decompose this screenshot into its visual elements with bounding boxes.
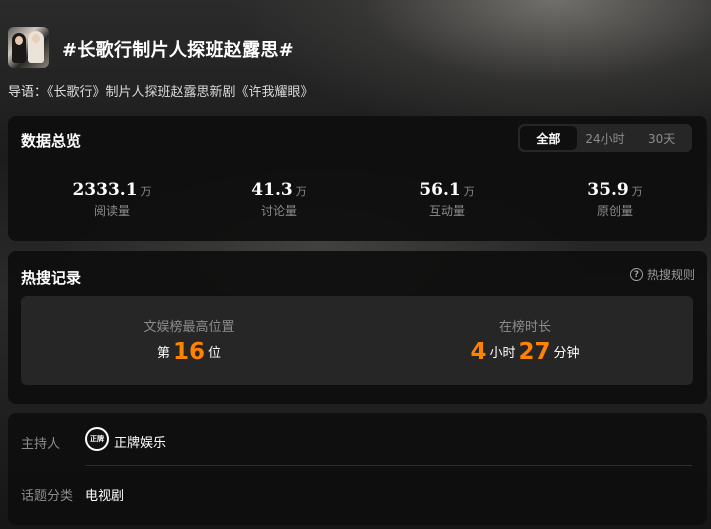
topic-header: #长歌行制片人探班赵露思#: [8, 27, 703, 71]
duration-hours: 4: [470, 339, 487, 365]
stat-originals-unit: 万: [631, 185, 643, 198]
best-rank-prefix: 第: [156, 346, 170, 361]
stat-originals-label: 原创量: [596, 204, 633, 218]
duration-minutes-unit: 分钟: [553, 346, 580, 361]
best-rank-number: 16: [172, 339, 205, 365]
stat-interactions-label: 互动量: [428, 204, 465, 218]
stat-reads-unit: 万: [140, 185, 152, 198]
host-logo-text: 正牌: [87, 429, 107, 449]
stat-discussions-value: 41.3: [251, 180, 293, 200]
stats-row: 2333.1 万 阅读量 41.3 万 讨论量 56.1 万 互动量 35.9 万 原创…: [8, 180, 707, 222]
stat-interactions-value: 56.1: [419, 180, 461, 200]
hot-search-title: 热搜记录: [21, 269, 82, 287]
best-rank-label: 文娱榜最高位置: [143, 320, 235, 335]
topic-title: #长歌行制片人探班赵露思#: [62, 40, 295, 61]
host-label: 主持人: [21, 437, 61, 452]
hot-search-rules-link[interactable]: ? 热搜规则: [629, 266, 695, 283]
best-rank: 文娱榜最高位置 第 16 位: [21, 296, 357, 385]
overview-title: 数据总览: [21, 132, 82, 150]
stat-discussions-unit: 万: [295, 185, 307, 198]
tab-24h[interactable]: 24小时: [577, 126, 634, 150]
host-name[interactable]: 正牌娱乐: [114, 432, 166, 451]
stat-discussions-label: 讨论量: [260, 204, 297, 218]
host-avatar[interactable]: 正牌: [85, 427, 109, 451]
category-label: 话题分类: [21, 489, 74, 504]
best-rank-suffix: 位: [208, 346, 222, 361]
stat-reads: 2333.1 万 阅读量: [27, 180, 197, 219]
stat-interactions: 56.1 万 互动量: [362, 180, 532, 219]
on-list-duration: 在榜时长 4 小时 27 分钟: [357, 296, 693, 385]
hot-search-stats-box: 文娱榜最高位置 第 16 位 在榜时长 4 小时 27 分钟: [21, 296, 693, 385]
duration-label: 在榜时长: [498, 320, 551, 335]
rules-label: 热搜规则: [646, 268, 695, 282]
data-overview-card: 数据总览 全部 24小时 30天 2333.1 万 阅读量 41.3 万 讨论量 5…: [8, 116, 707, 241]
duration-minutes: 27: [518, 339, 551, 365]
hot-search-card: 热搜记录 ? 热搜规则 文娱榜最高位置 第 16 位 在榜时长 4 小时 27 分钟: [8, 251, 707, 404]
intro-text: 《长歌行》制片人探班赵露思新剧《许我耀眼》: [47, 85, 314, 100]
topic-info-card: 主持人 正牌 正牌娱乐 话题分类 电视剧: [8, 413, 707, 525]
duration-hours-unit: 小时: [489, 346, 516, 361]
info-divider: [85, 465, 692, 466]
duration-value-line: 4 小时 27 分钟: [357, 339, 693, 365]
stat-originals-value: 35.9: [587, 180, 629, 200]
category-value: 电视剧: [85, 489, 125, 504]
question-circle-icon: ?: [629, 268, 643, 281]
stat-reads-label: 阅读量: [93, 204, 130, 218]
time-range-tabs: 全部 24小时 30天: [518, 124, 692, 152]
tab-all[interactable]: 全部: [520, 126, 577, 150]
intro-label: 导语：: [8, 85, 48, 100]
stat-discussions: 41.3 万 讨论量: [194, 180, 364, 219]
stat-interactions-unit: 万: [463, 185, 475, 198]
best-rank-value-line: 第 16 位: [21, 339, 357, 365]
topic-cover-image: [8, 27, 49, 68]
topic-intro: 导语：《长歌行》制片人探班赵露思新剧《许我耀眼》: [8, 81, 314, 100]
tab-30d[interactable]: 30天: [633, 126, 690, 150]
stat-reads-value: 2333.1: [72, 180, 138, 200]
stat-originals: 35.9 万 原创量: [530, 180, 700, 219]
